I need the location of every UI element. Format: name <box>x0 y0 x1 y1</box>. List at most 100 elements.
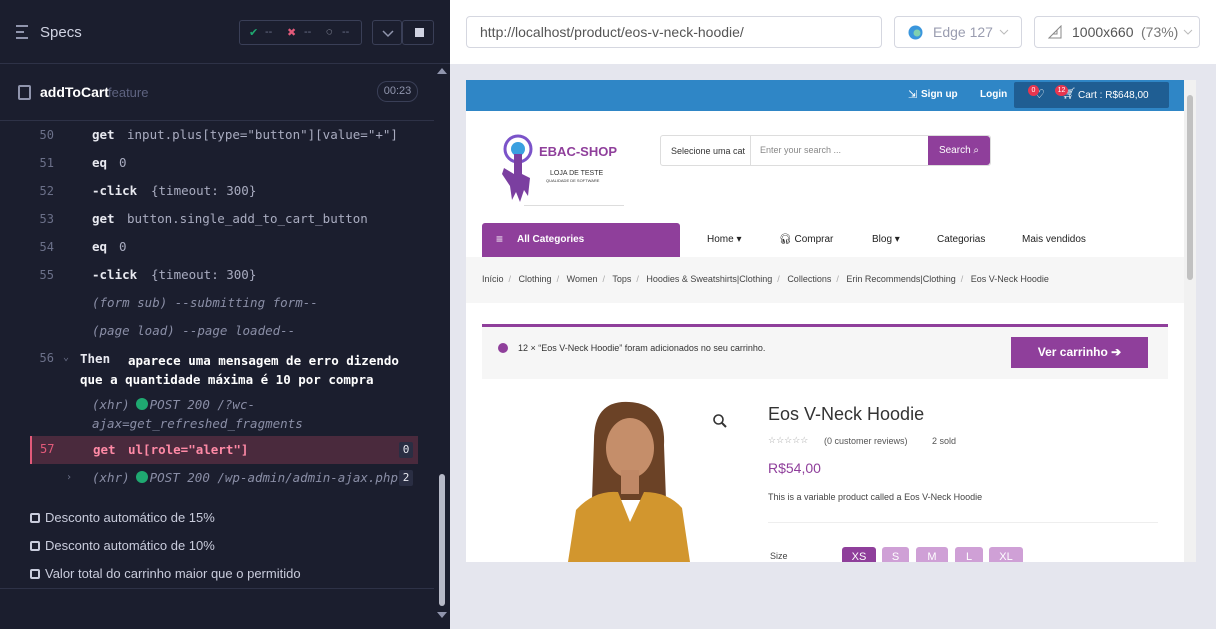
size-label: Size <box>770 551 788 561</box>
pending-count: -- <box>342 26 350 38</box>
command-row[interactable]: 50 get input.plus[type="button"][value="… <box>30 121 418 149</box>
specs-title[interactable]: Specs <box>40 24 82 41</box>
breadcrumb-item[interactable]: Hoodies & Sweatshirts|Clothing <box>646 274 772 284</box>
specs-menu-icon[interactable] <box>16 25 34 39</box>
line-number: 52 <box>39 184 54 198</box>
command-row[interactable]: 53 get button.single_add_to_cart_button <box>30 205 418 233</box>
request-count-badge: 2 <box>399 470 413 486</box>
url-bar[interactable]: http://localhost/product/eos-v-neck-hood… <box>466 16 882 48</box>
cart-total: Cart : R$648,00 <box>1078 90 1149 101</box>
xhr-prefix: (xhr) <box>92 397 130 412</box>
xhr-event[interactable]: (xhr) POST 200 /?wc-ajax=get_refreshed_fr… <box>92 395 412 433</box>
command-arg: {timeout: 300} <box>151 267 257 282</box>
cart-button[interactable]: ♡ 0 🛒︎ 12 Cart : R$648,00 <box>1014 82 1169 108</box>
category-select[interactable]: Selecione uma cat <box>671 146 745 156</box>
breadcrumb-item[interactable]: Erin Recommends|Clothing <box>846 274 955 284</box>
feature-tag: feature <box>108 85 149 100</box>
cart-notice: 12 × “Eos V-Neck Hoodie” foram adicionad… <box>482 324 1168 379</box>
zoom-icon[interactable] <box>713 414 727 428</box>
test-title: Valor total do carrinho maior que o perm… <box>45 566 301 581</box>
breadcrumb-item[interactable]: Clothing <box>519 274 552 284</box>
view-cart-button[interactable]: Ver carrinho ➔ <box>1011 337 1148 368</box>
active-command-row[interactable]: 57 get ul[role="alert"] 0 <box>30 436 418 464</box>
app-preview-panel: http://localhost/product/eos-v-neck-hood… <box>450 0 1216 629</box>
hamburger-icon: ≡ <box>496 232 504 246</box>
cypress-runner: Specs ✔ -- ✖ -- ◌ -- addToCart feature 0… <box>0 0 1216 629</box>
test-item[interactable]: Desconto automático de 15% <box>30 509 330 529</box>
status-dot-icon <box>135 471 148 483</box>
page-load-event[interactable]: (page load) --page loaded-- <box>30 317 418 345</box>
headset-icon: 🎧︎ <box>779 234 792 245</box>
nav-home[interactable]: Home ▾ <box>707 234 742 245</box>
nav-blog[interactable]: Blog ▾ <box>872 234 900 245</box>
feature-header[interactable]: addToCart feature 00:23 <box>0 65 434 121</box>
size-option-xs[interactable]: XS <box>842 547 876 562</box>
breadcrumb-item[interactable]: Collections <box>787 274 831 284</box>
breadcrumb-item[interactable]: Tops <box>612 274 631 284</box>
size-option-m[interactable]: M <box>916 547 948 562</box>
chevron-right-icon[interactable]: › <box>66 464 72 492</box>
breadcrumb-current: Eos V-Neck Hoodie <box>970 274 1049 284</box>
command-row[interactable]: 54 eq 0 <box>30 233 418 261</box>
scroll-down-icon[interactable] <box>437 612 447 618</box>
browser-selector[interactable]: Edge 127 <box>894 16 1022 48</box>
command-name: get <box>92 211 115 226</box>
then-step[interactable]: 56 ⌄ Then aparece uma mensagem de erro d… <box>30 347 418 399</box>
line-number: 55 <box>39 268 54 282</box>
command-arg: 0 <box>119 155 127 170</box>
all-categories-menu[interactable]: ≡ All Categories <box>482 223 680 257</box>
search-input[interactable]: Enter your search ... <box>760 145 841 155</box>
test-item[interactable]: Valor total do carrinho maior que o perm… <box>30 565 330 585</box>
size-option-xl[interactable]: XL <box>989 547 1023 562</box>
scroll-up-icon[interactable] <box>437 68 447 74</box>
fail-icon: ✖ <box>287 27 297 39</box>
edge-icon <box>908 25 923 40</box>
stop-button[interactable] <box>402 20 434 45</box>
view-cart-label: Ver carrinho <box>1037 345 1108 359</box>
browser-label: Edge 127 <box>933 24 993 40</box>
xhr-event[interactable]: › (xhr) POST 200 /wp-admin/admin-ajax.php… <box>30 464 418 492</box>
checkbox-icon <box>30 569 40 579</box>
chevron-down-icon <box>382 30 394 38</box>
logo-tagline: QUALIDADE DE SOFTWARE <box>546 178 600 183</box>
status-dot-icon <box>135 398 148 410</box>
command-row[interactable]: 52 -click {timeout: 300} <box>30 177 418 205</box>
nav-comprar[interactable]: 🎧︎ Comprar <box>779 234 833 245</box>
sold-count: 2 sold <box>932 436 957 446</box>
reviews-link[interactable]: (0 customer reviews) <box>824 436 908 446</box>
form-submit-event[interactable]: (form sub) --submitting form-- <box>30 289 418 317</box>
search-button[interactable]: Search ⌕ <box>928 136 990 165</box>
breadcrumb: Início / Clothing / Women / Tops / Hoodies &… <box>466 257 1184 303</box>
chevron-down-icon[interactable]: ⌄ <box>63 352 69 363</box>
size-option-s[interactable]: S <box>882 547 909 562</box>
command-arg: {timeout: 300} <box>151 183 257 198</box>
product-image[interactable] <box>554 400 704 562</box>
signup-link[interactable]: Sign up <box>921 89 958 100</box>
command-row[interactable]: 51 eq 0 <box>30 149 418 177</box>
site-logo[interactable]: EBAC-SHOP LOJA DE TESTE QUALIDADE DE SOF… <box>494 132 624 207</box>
login-link[interactable]: Login <box>980 89 1007 100</box>
command-name: get <box>92 127 115 142</box>
page-scrollbar[interactable] <box>1184 80 1196 562</box>
scrollbar-thumb[interactable] <box>439 474 445 606</box>
command-row[interactable]: 55 -click {timeout: 300} <box>30 261 418 289</box>
logo-hand-icon <box>502 134 533 202</box>
viewport-scale: (73%) <box>1141 24 1179 40</box>
nav-mais-vendidos[interactable]: Mais vendidos <box>1022 234 1086 245</box>
breadcrumb-item[interactable]: Início <box>482 274 504 284</box>
command-arg: input.plus[type="button"][value="+"] <box>127 127 398 142</box>
size-option-l[interactable]: L <box>955 547 983 562</box>
viewport-selector[interactable]: 1000x660 (73%) <box>1034 16 1200 48</box>
command-arg: ul[role="alert"] <box>128 442 249 457</box>
document-icon <box>18 85 31 100</box>
chevron-down-button[interactable] <box>372 20 402 45</box>
search-bar: Selecione uma cat Enter your search ... … <box>660 135 991 166</box>
test-item[interactable]: Desconto automático de 10% <box>30 537 330 557</box>
signup-icon: ⇲ <box>908 89 918 101</box>
breadcrumb-item[interactable]: Women <box>567 274 598 284</box>
xhr-text: POST 200 /wp-admin/admin-ajax.php <box>149 470 398 485</box>
nav-categorias[interactable]: Categorias <box>937 234 985 245</box>
scrollbar-thumb[interactable] <box>1187 95 1193 280</box>
nav-label: Comprar <box>794 234 834 245</box>
application-under-test: ⇲ Sign up Login ♡ 0 🛒︎ 12 Cart : R$648,0… <box>466 80 1196 562</box>
